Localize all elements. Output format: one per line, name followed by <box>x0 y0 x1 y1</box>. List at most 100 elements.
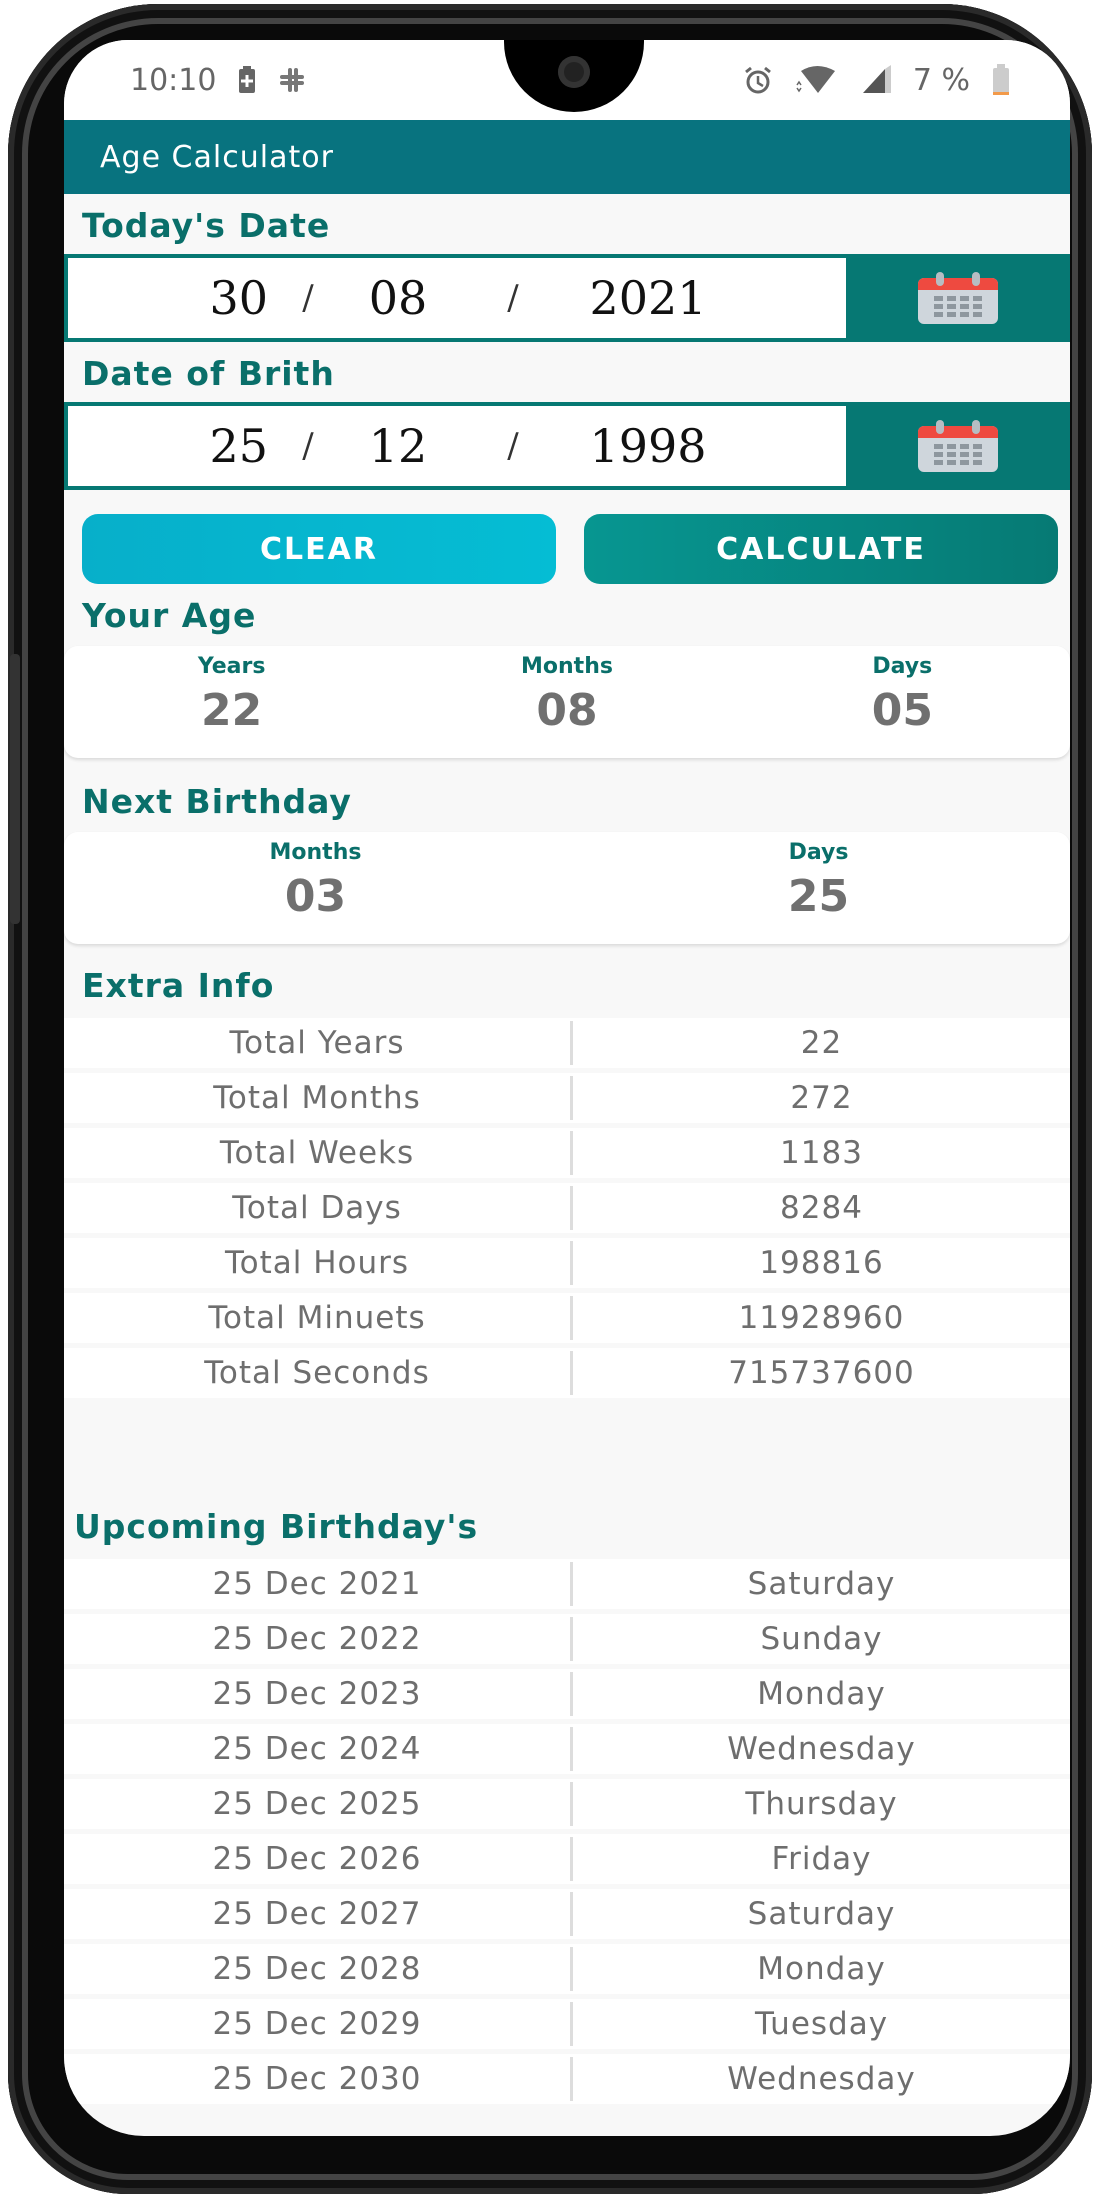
table-row: 25 Dec 2029 Tuesday <box>64 1999 1070 2049</box>
alarm-icon <box>744 66 771 94</box>
age-years-label: Years <box>197 654 266 679</box>
volume-button <box>10 654 20 924</box>
birthday-weekday: Monday <box>757 1676 886 1712</box>
row-label: Total Years <box>64 1021 573 1065</box>
birthday-weekday: Saturday <box>747 1566 896 1602</box>
status-bar: 10:10 7 % <box>64 40 1070 120</box>
row-value: 1183 <box>780 1135 863 1171</box>
phone-frame: 10:10 7 % Age Calculator Today's Date 30… <box>8 4 1092 2194</box>
table-row: Total Years 22 <box>64 1018 1070 1068</box>
row-label: Total Seconds <box>64 1351 573 1395</box>
camera-notch <box>504 40 644 112</box>
birthday-date: 25 Dec 2027 <box>64 1892 573 1936</box>
table-row: 25 Dec 2022 Sunday <box>64 1614 1070 1664</box>
wifi-icon <box>796 66 835 93</box>
birthday-date: 25 Dec 2029 <box>64 2002 573 2046</box>
table-row: Total Weeks 1183 <box>64 1128 1070 1178</box>
row-label: Total Days <box>64 1186 573 1230</box>
next-birthday-card: Months 03 Days 25 <box>64 832 1070 944</box>
camera-icon <box>558 56 590 88</box>
birthday-date: 25 Dec 2023 <box>64 1672 573 1716</box>
age-days: Days 05 <box>735 646 1070 758</box>
age-days-value: 05 <box>871 685 933 736</box>
birth-day: 25 <box>209 419 268 473</box>
birth-date-picker-button[interactable] <box>846 402 1070 490</box>
row-label: Total Months <box>64 1076 573 1120</box>
row-value: 8284 <box>780 1190 863 1226</box>
birth-year: 1998 <box>589 419 707 473</box>
table-row: 25 Dec 2025 Thursday <box>64 1779 1070 1829</box>
age-years: Years 22 <box>64 646 399 758</box>
birthday-weekday: Friday <box>771 1841 872 1877</box>
table-row: 25 Dec 2021 Saturday <box>64 1559 1070 1609</box>
birthday-date: 25 Dec 2025 <box>64 1782 573 1826</box>
table-row: 25 Dec 2023 Monday <box>64 1669 1070 1719</box>
battery-percent: 7 % <box>912 62 970 98</box>
row-value: 22 <box>800 1025 843 1061</box>
slack-icon <box>280 68 305 92</box>
battery-icon <box>993 64 1009 95</box>
table-row: 25 Dec 2028 Monday <box>64 1944 1070 1994</box>
app-title: Age Calculator <box>100 139 334 175</box>
table-row: 25 Dec 2027 Saturday <box>64 1889 1070 1939</box>
row-label: Total Weeks <box>64 1131 573 1175</box>
calendar-icon <box>918 420 998 472</box>
screen: 10:10 7 % Age Calculator Today's Date 30… <box>64 40 1070 2136</box>
birthday-date: 25 Dec 2028 <box>64 1947 573 1991</box>
todays-date-row: 30 / 08 / 2021 <box>64 254 1070 342</box>
birthday-date: 25 Dec 2024 <box>64 1727 573 1771</box>
table-row: Total Minuets 11928960 <box>64 1293 1070 1343</box>
app-bar: Age Calculator <box>64 120 1070 194</box>
next-birthday-title: Next Birthday <box>82 782 352 821</box>
row-label: Total Hours <box>64 1241 573 1285</box>
next-days-label: Days <box>788 840 849 865</box>
birth-date-field[interactable]: 25 / 12 / 1998 <box>68 406 846 486</box>
todays-date-field[interactable]: 30 / 08 / 2021 <box>68 258 846 338</box>
extra-info-title: Extra Info <box>82 966 275 1005</box>
date-separator: / <box>507 426 519 466</box>
your-age-card: Years 22 Months 08 Days 05 <box>64 646 1070 758</box>
next-months-label: Months <box>269 840 362 865</box>
today-day: 30 <box>209 271 268 325</box>
birth-month: 12 <box>368 419 428 473</box>
row-value: 715737600 <box>728 1355 915 1391</box>
today-year: 2021 <box>589 271 707 325</box>
upcoming-birthdays-table: 25 Dec 2021 Saturday 25 Dec 2022 Sunday 25… <box>64 1559 1070 2104</box>
age-years-value: 22 <box>201 685 263 736</box>
birthday-weekday: Monday <box>757 1951 886 1987</box>
row-value: 198816 <box>759 1245 884 1281</box>
age-days-label: Days <box>872 654 933 679</box>
next-days-value: 25 <box>787 871 850 922</box>
age-months-label: Months <box>521 654 613 679</box>
date-separator: / <box>507 278 519 318</box>
calculate-button[interactable]: CALCULATE <box>584 514 1058 584</box>
birthday-weekday: Thursday <box>745 1786 898 1822</box>
age-months-value: 08 <box>536 685 598 736</box>
birthday-date: 25 Dec 2026 <box>64 1837 573 1881</box>
calendar-icon <box>918 272 998 324</box>
action-buttons: CLEAR CALCULATE <box>64 490 1070 584</box>
row-value: 11928960 <box>738 1300 905 1336</box>
table-row: Total Days 8284 <box>64 1183 1070 1233</box>
birthday-weekday: Wednesday <box>727 2061 916 2097</box>
row-label: Total Minuets <box>64 1296 573 1340</box>
birthday-date: 25 Dec 2030 <box>64 2057 573 2101</box>
birthday-weekday: Tuesday <box>754 2006 889 2042</box>
table-row: Total Seconds 715737600 <box>64 1348 1070 1398</box>
birthday-date: 25 Dec 2021 <box>64 1562 573 1606</box>
table-row: Total Months 272 <box>64 1073 1070 1123</box>
signal-icon <box>862 65 891 93</box>
table-row: Total Hours 198816 <box>64 1238 1070 1288</box>
upcoming-birthdays-title: Upcoming Birthday's <box>74 1507 479 1546</box>
clear-button[interactable]: CLEAR <box>82 514 556 584</box>
birthday-weekday: Wednesday <box>727 1731 916 1767</box>
battery-saver-icon <box>239 66 256 93</box>
next-days: Days 25 <box>567 832 1070 944</box>
birthday-weekday: Sunday <box>760 1621 883 1657</box>
date-separator: / <box>302 426 314 466</box>
todays-date-picker-button[interactable] <box>846 254 1070 342</box>
birth-date-row: 25 / 12 / 1998 <box>64 402 1070 490</box>
clock: 10:10 <box>130 62 217 98</box>
todays-date-label: Today's Date <box>82 206 331 245</box>
